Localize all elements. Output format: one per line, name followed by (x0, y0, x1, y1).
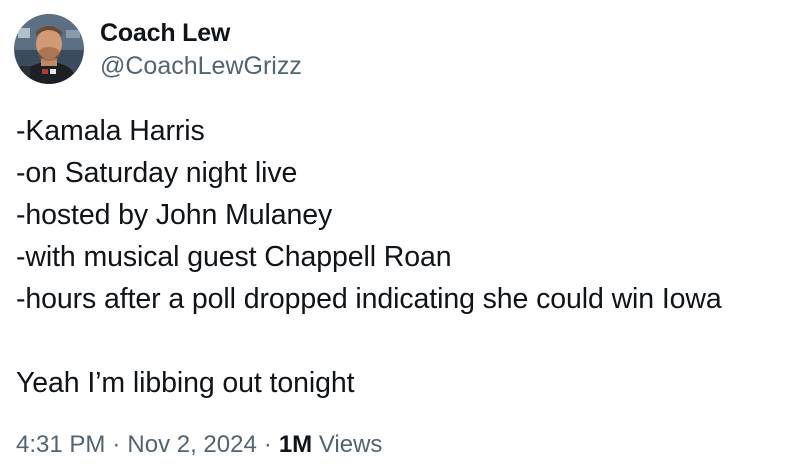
tweet-header: Coach Lew @CoachLewGrizz (14, 14, 302, 86)
tweet-closing-line: Yeah I’m libbing out tonight (16, 367, 355, 399)
author-names: Coach Lew @CoachLewGrizz (100, 17, 302, 83)
author-handle[interactable]: @CoachLewGrizz (100, 49, 302, 83)
tweet-line: -on Saturday night live (16, 157, 298, 189)
author-display-name[interactable]: Coach Lew (100, 17, 302, 49)
tweet-time[interactable]: 4:31 PM (16, 431, 105, 458)
tweet-line: -hosted by John Mulaney (16, 199, 333, 231)
tweet-text: -Kamala Harris -on Saturday night live -… (16, 110, 796, 404)
tweet-line: -hours after a poll dropped indicating s… (16, 283, 722, 315)
tweet-card: Coach Lew @CoachLewGrizz -Kamala Harris … (0, 0, 800, 471)
meta-separator: · (263, 431, 272, 458)
views-count: 1M (278, 431, 313, 458)
tweet-line: -Kamala Harris (16, 115, 205, 147)
avatar[interactable] (14, 14, 84, 84)
tweet-date[interactable]: Nov 2, 2024 (127, 431, 256, 458)
views-label: Views (318, 431, 383, 458)
avatar-image (14, 14, 84, 84)
meta-separator: · (112, 431, 121, 458)
tweet-meta: 4:31 PM · Nov 2, 2024 · 1M Views (16, 428, 382, 462)
tweet-line: -with musical guest Chappell Roan (16, 241, 452, 273)
